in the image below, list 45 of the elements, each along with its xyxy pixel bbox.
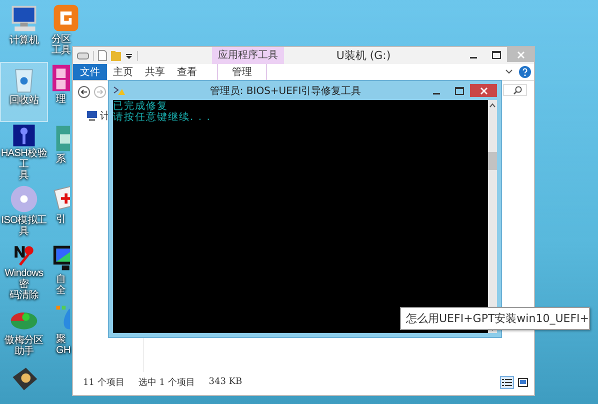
context-tab-header: 应用程序工具: [212, 47, 284, 64]
ribbon-tab[interactable]: 查看: [171, 64, 203, 80]
scrollbar-thumb[interactable]: [488, 152, 497, 170]
ribbon-tab[interactable]: 共享: [139, 64, 171, 80]
scroll-up-icon[interactable]: [489, 102, 496, 108]
window-title: 管理员: BIOS+UEFI引导修复工具: [208, 84, 362, 98]
search-icon: [513, 86, 522, 94]
icon-label: 傲梅分区助手: [4, 335, 44, 357]
drive-icon: [77, 52, 89, 60]
nav-item-label[interactable]: 计: [100, 109, 110, 123]
icon-label: Windows密 码清除: [4, 268, 44, 301]
thumbnail-view-button[interactable]: [516, 376, 530, 388]
details-view-button[interactable]: [500, 376, 514, 388]
close-button[interactable]: [470, 84, 497, 97]
tooltip: 怎么用UEFI+GPT安装win10_UEFI+: [400, 307, 590, 330]
maximize-icon[interactable]: [492, 50, 500, 58]
status-text: 选中 1 个项目: [138, 376, 195, 388]
console-line: 请按任意键继续. . .: [113, 112, 212, 123]
icon-label: 回收站: [9, 95, 39, 106]
console-line: 已完成修复: [113, 101, 168, 112]
maximize-icon[interactable]: [454, 86, 464, 94]
icon-label: ISO模拟工具: [1, 215, 47, 237]
file-menu-button[interactable]: 文件: [73, 64, 107, 80]
icon-label: 分区工具: [50, 34, 72, 56]
close-icon[interactable]: [480, 86, 488, 94]
icon-label: 聚 GH: [55, 334, 70, 356]
search-field[interactable]: [503, 84, 527, 96]
status-text: 343 KB: [208, 377, 242, 387]
help-icon[interactable]: [519, 66, 531, 78]
icon-label: 理: [55, 94, 66, 105]
icon-label: 系: [55, 154, 66, 165]
document-icon[interactable]: [98, 50, 107, 61]
icon-label: 引: [55, 214, 66, 225]
icon-label: HASH校验工 具: [1, 148, 47, 181]
window-title: U装机 (G:): [335, 48, 392, 63]
status-text: 11 个项目: [83, 376, 124, 388]
tile-icon[interactable]: [50, 63, 70, 93]
back-icon[interactable]: [78, 86, 90, 98]
caret-icon[interactable]: [125, 52, 133, 60]
console-icon: [113, 85, 125, 96]
icon-label: 计算机: [9, 35, 39, 46]
chevron-down-icon[interactable]: [505, 69, 513, 75]
icon-label: 自 全: [55, 274, 66, 296]
monitor-icon[interactable]: [87, 111, 97, 121]
ribbon-tab[interactable]: 主页: [107, 64, 139, 80]
